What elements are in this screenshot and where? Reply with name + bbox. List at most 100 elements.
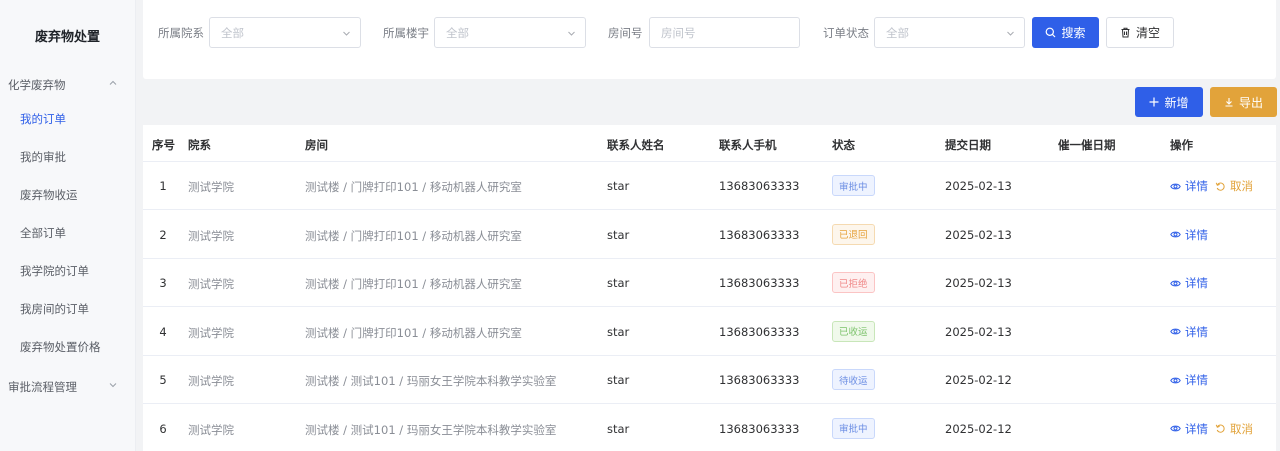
row-index: 2: [159, 227, 167, 242]
row-room: 测试楼 / 门牌打印101 / 移动机器人研究室: [305, 180, 522, 194]
row-room: 测试楼 / 测试101 / 玛丽女王学院本科教学实验室: [305, 374, 557, 388]
menu-group-label: 审批流程管理: [8, 380, 77, 394]
table-row: 2 测试学院 测试楼 / 门牌打印101 / 移动机器人研究室 star 1368306…: [143, 211, 1276, 259]
status-badge: 待收运: [832, 369, 875, 390]
row-index: 5: [159, 373, 167, 387]
department-label: 所属院系: [158, 26, 204, 40]
row-contact-phone: 13683063333: [719, 179, 800, 193]
cancel-button-label: 取消: [1230, 179, 1253, 193]
sidebar-item[interactable]: 全部订单: [0, 214, 135, 252]
clear-button-label: 清空: [1135, 26, 1160, 40]
row-room: 测试楼 / 门牌打印101 / 移动机器人研究室: [305, 325, 522, 340]
order-status-select-value: 全部: [886, 25, 909, 40]
menu-group-label: 化学废弃物: [8, 78, 66, 92]
clear-button[interactable]: 清空: [1106, 17, 1174, 48]
row-contact-name: star: [607, 227, 630, 242]
menu-group-chemical-waste[interactable]: 化学废弃物: [0, 70, 135, 100]
room-input[interactable]: 房间号: [649, 17, 800, 48]
detail-button[interactable]: 详情: [1170, 421, 1208, 437]
row-contact-phone: 13683063333: [719, 324, 800, 339]
detail-button-label: 详情: [1185, 179, 1208, 193]
app-title: 废弃物处置: [34, 29, 100, 45]
chevron-down-icon: [567, 29, 576, 38]
col-contact-name-header: 联系人姓名: [607, 138, 665, 152]
col-department-header: 院系: [188, 138, 211, 152]
row-contact-name: star: [607, 324, 630, 339]
export-button[interactable]: 导出: [1210, 87, 1277, 117]
row-department: 测试学院: [188, 422, 234, 437]
department-select[interactable]: 全部: [209, 17, 361, 48]
status-badge: 审批中: [832, 417, 875, 439]
add-button-label: 新增: [1164, 95, 1189, 110]
table-row: 4 测试学院 测试楼 / 门牌打印101 / 移动机器人研究室 star 1368306…: [143, 308, 1276, 356]
sidebar-item[interactable]: 我学院的订单: [0, 252, 135, 290]
detail-button-label: 详情: [1185, 227, 1208, 242]
detail-button-label: 详情: [1185, 324, 1208, 339]
orders-table: 序号 院系 房间 联系人姓名 联系人手机 状态 提交日期 催一催日期 操作 1 测试学院 测试楼 /…: [143, 125, 1276, 451]
sidebar-item-label: 废弃物收运: [20, 188, 78, 202]
order-status-select[interactable]: 全部: [874, 17, 1025, 48]
col-status-header: 状态: [832, 138, 855, 152]
eye-icon: [1170, 375, 1181, 386]
detail-button[interactable]: 详情: [1170, 372, 1208, 388]
add-button[interactable]: 新增: [1135, 87, 1203, 117]
row-room: 测试楼 / 门牌打印101 / 移动机器人研究室: [305, 277, 522, 291]
eye-icon: [1170, 278, 1181, 289]
row-submit-date: 2025-02-13: [945, 227, 1012, 242]
undo-icon: [1215, 181, 1226, 192]
sidebar-item-label: 废弃物处置价格: [20, 340, 101, 354]
chevron-down-icon: [109, 381, 117, 389]
search-button-label: 搜索: [1061, 26, 1086, 40]
row-department: 测试学院: [188, 180, 234, 194]
row-room: 测试楼 / 测试101 / 玛丽女王学院本科教学实验室: [305, 422, 557, 437]
building-label: 所属楼宇: [383, 26, 429, 40]
menu-group-approval-flow[interactable]: 审批流程管理: [0, 372, 135, 402]
row-submit-date: 2025-02-13: [945, 276, 1012, 290]
table-row: 1 测试学院 测试楼 / 门牌打印101 / 移动机器人研究室 star 1368306…: [143, 162, 1276, 210]
col-index-header: 序号: [152, 138, 175, 152]
building-select[interactable]: 全部: [434, 17, 586, 48]
sidebar-item[interactable]: 废弃物收运: [0, 176, 135, 214]
status-badge: 已拒绝: [832, 272, 875, 293]
detail-button-label: 详情: [1185, 276, 1208, 290]
row-department: 测试学院: [188, 374, 234, 388]
row-submit-date: 2025-02-13: [945, 179, 1012, 193]
detail-button[interactable]: 详情: [1170, 178, 1208, 194]
col-submit-date-header: 提交日期: [945, 138, 991, 152]
sidebar-item-label: 全部订单: [20, 226, 66, 240]
sidebar-item-label: 我的审批: [20, 150, 66, 164]
col-remind-date-header: 催一催日期: [1058, 138, 1116, 152]
sidebar-item[interactable]: 废弃物处置价格: [0, 328, 135, 366]
undo-icon: [1215, 423, 1226, 434]
search-button[interactable]: 搜索: [1032, 17, 1099, 48]
row-submit-date: 2025-02-13: [945, 324, 1012, 339]
sidebar-item[interactable]: 我房间的订单: [0, 290, 135, 328]
row-index: 3: [159, 276, 167, 290]
row-department: 测试学院: [188, 277, 234, 291]
row-department: 测试学院: [188, 325, 234, 340]
sidebar: 废弃物处置 化学废弃物 我的订单我的审批废弃物收运全部订单我学院的订单我房间的订…: [0, 0, 136, 451]
col-room-header: 房间: [305, 138, 328, 152]
sidebar-item[interactable]: 我的审批: [0, 138, 135, 176]
cancel-button-label: 取消: [1230, 421, 1253, 436]
table-row: 5 测试学院 测试楼 / 测试101 / 玛丽女王学院本科教学实验室 star 1368…: [143, 356, 1276, 404]
eye-icon: [1170, 326, 1181, 337]
row-contact-name: star: [607, 421, 630, 436]
sidebar-item-label: 我学院的订单: [20, 264, 89, 278]
detail-button[interactable]: 详情: [1170, 227, 1208, 243]
detail-button[interactable]: 详情: [1170, 324, 1208, 340]
row-contact-name: star: [607, 179, 630, 193]
row-index: 1: [159, 179, 167, 193]
cancel-button[interactable]: 取消: [1215, 178, 1253, 194]
detail-button-label: 详情: [1185, 373, 1208, 387]
row-contact-phone: 13683063333: [719, 227, 800, 242]
export-button-label: 导出: [1238, 95, 1263, 110]
detail-button[interactable]: 详情: [1170, 275, 1208, 291]
row-contact-phone: 13683063333: [719, 276, 800, 290]
cancel-button[interactable]: 取消: [1215, 421, 1253, 437]
detail-button-label: 详情: [1185, 421, 1208, 436]
sidebar-item[interactable]: 我的订单: [0, 100, 135, 138]
row-submit-date: 2025-02-12: [945, 421, 1012, 436]
row-department: 测试学院: [188, 228, 234, 243]
status-badge: 已收运: [832, 320, 875, 342]
